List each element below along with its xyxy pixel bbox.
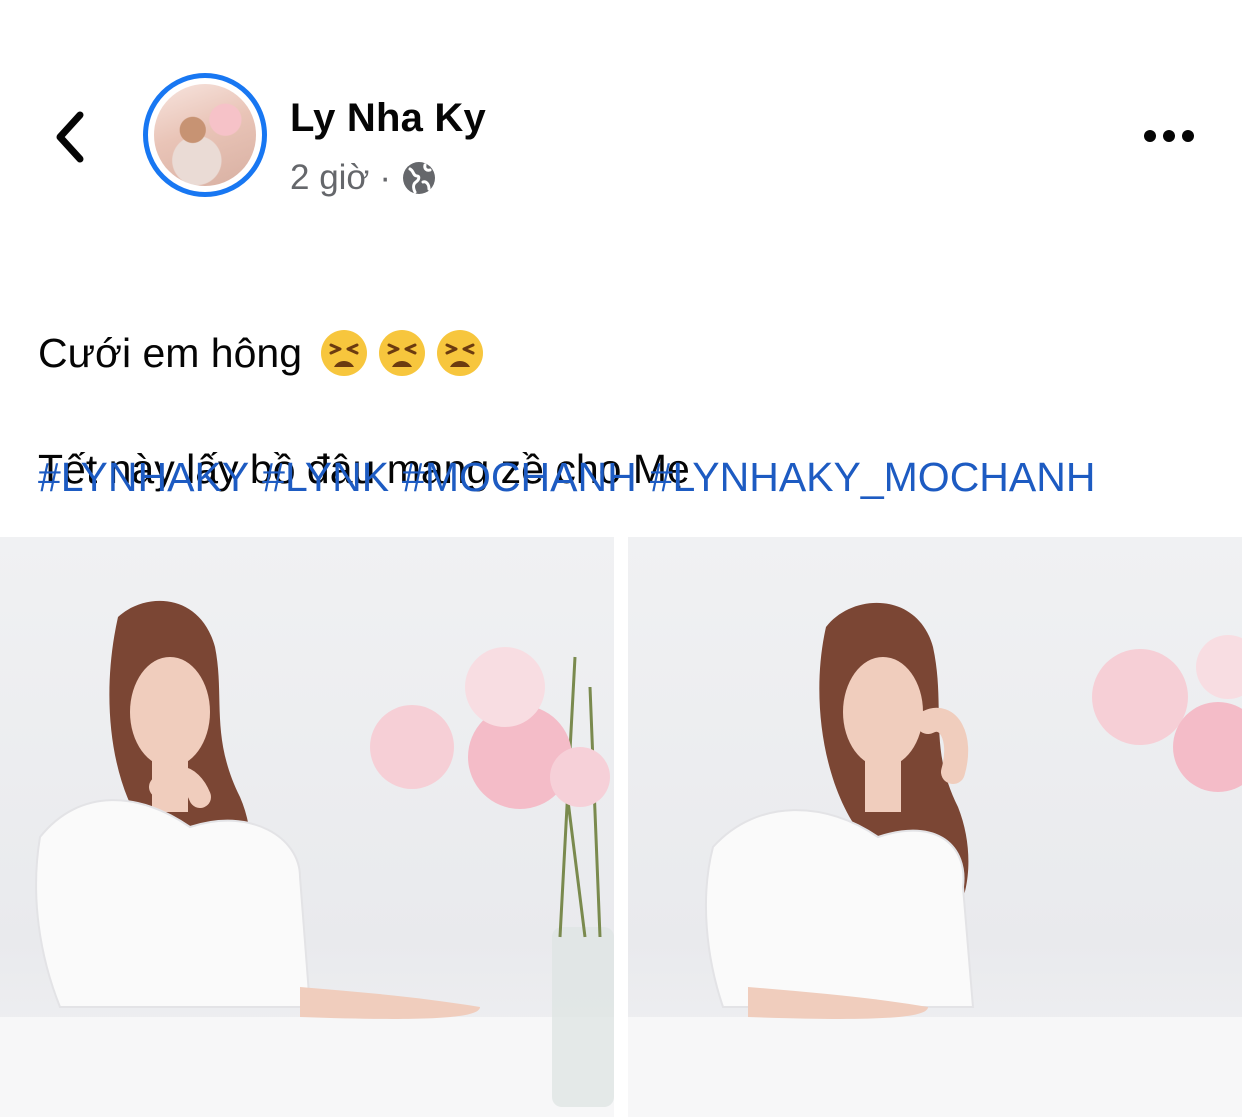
post-photo-2[interactable]	[628, 537, 1242, 1117]
chevron-left-icon	[56, 111, 84, 163]
tired-face-emoji	[321, 330, 367, 376]
more-options-button[interactable]	[1136, 114, 1202, 158]
hashtag-link[interactable]: #LYNHAKY_MOCHANH	[650, 449, 1096, 505]
hashtag-link[interactable]: #LYNHAKY	[38, 449, 249, 505]
post-line-1: Cưới em hông	[38, 324, 690, 382]
tired-face-emoji	[379, 330, 425, 376]
tired-face-emoji	[437, 330, 483, 376]
photo-illustration	[628, 602, 1242, 1117]
globe-icon	[403, 162, 436, 194]
author-name[interactable]: Ly Nha Ky	[290, 96, 486, 141]
post-time[interactable]: 2 giờ	[290, 158, 369, 198]
post-meta: 2 giờ ·	[290, 158, 437, 198]
author-avatar[interactable]	[143, 73, 267, 197]
post-body: Cưới em hông Tết này lấy bồ đâu mang zề …	[38, 266, 690, 556]
post-line-1-text: Cưới em hông	[38, 330, 302, 376]
hashtag-link[interactable]: #MOCHANH	[402, 449, 637, 505]
post-photo-1[interactable]	[0, 537, 614, 1117]
more-horizontal-icon	[1144, 130, 1194, 142]
hashtag-link[interactable]: #LYNK	[262, 449, 389, 505]
avatar-photo	[154, 84, 256, 186]
back-button[interactable]	[40, 100, 100, 174]
photo-illustration	[0, 600, 614, 1117]
meta-separator: ·	[379, 158, 392, 197]
hashtag-list: #LYNHAKY #LYNK #MOCHANH #LYNHAKY_MOCHANH	[38, 449, 1095, 505]
